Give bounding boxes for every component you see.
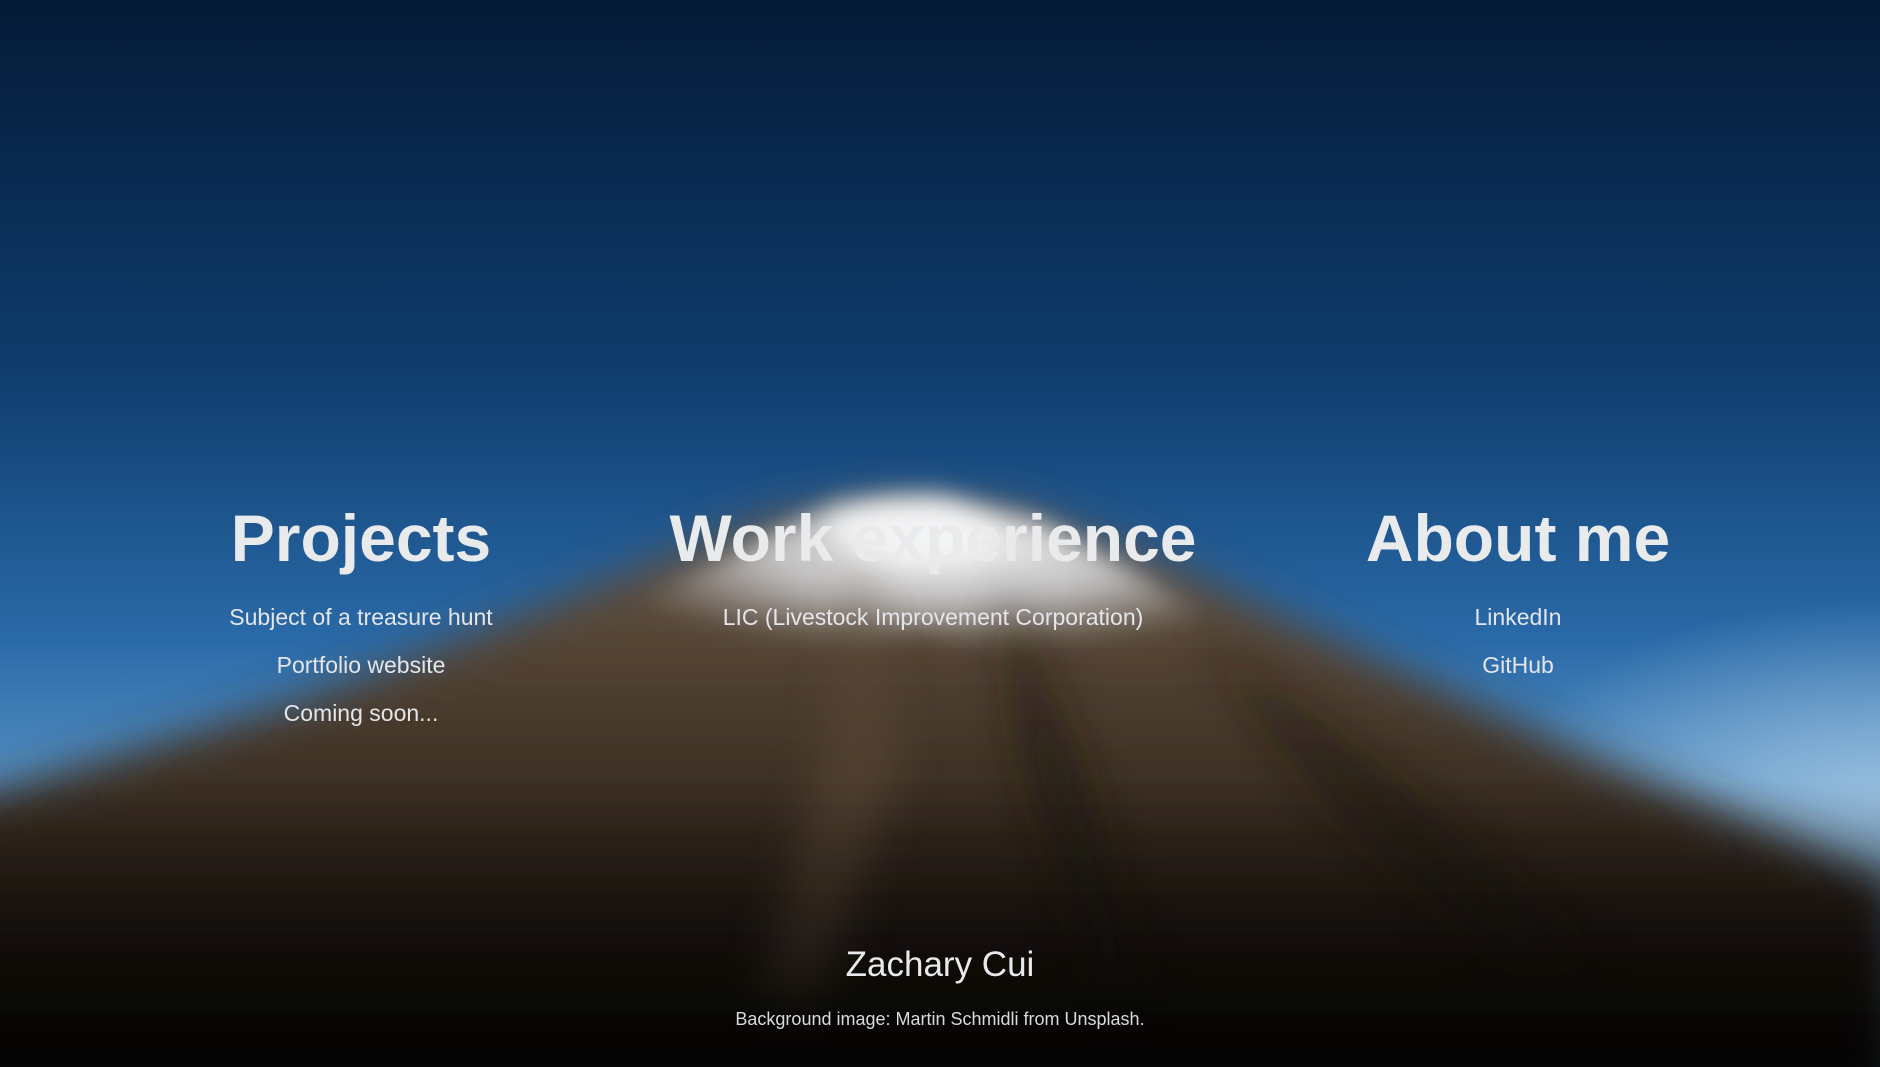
- list-item[interactable]: Portfolio website: [61, 641, 661, 689]
- work-list: LIC (Livestock Improvement Corporation): [633, 593, 1233, 641]
- list-item[interactable]: Subject of a treasure hunt: [61, 593, 661, 641]
- project-portfolio-link[interactable]: Portfolio website: [277, 652, 446, 678]
- project-treasure-hunt-link[interactable]: Subject of a treasure hunt: [229, 604, 492, 630]
- about-me-section: About me LinkedIn GitHub: [1218, 498, 1818, 689]
- github-link[interactable]: GitHub: [1482, 652, 1554, 678]
- about-list: LinkedIn GitHub: [1218, 593, 1818, 689]
- projects-section: Projects Subject of a treasure hunt Port…: [61, 498, 661, 737]
- linkedin-link[interactable]: LinkedIn: [1475, 604, 1562, 630]
- list-item[interactable]: LinkedIn: [1218, 593, 1818, 641]
- project-coming-soon: Coming soon...: [283, 700, 439, 726]
- author-name: Zachary Cui: [845, 945, 1035, 984]
- list-item[interactable]: LIC (Livestock Improvement Corporation): [633, 593, 1233, 641]
- work-lic-link[interactable]: LIC (Livestock Improvement Corporation): [723, 604, 1144, 630]
- background-credit: Background image: Martin Schmidli from U…: [735, 1009, 1145, 1029]
- list-item: Coming soon...: [61, 689, 661, 737]
- work-experience-heading: Work experience: [669, 501, 1197, 575]
- projects-heading: Projects: [230, 501, 492, 575]
- list-item[interactable]: GitHub: [1218, 641, 1818, 689]
- work-experience-section: Work experience LIC (Livestock Improveme…: [633, 498, 1233, 641]
- projects-list: Subject of a treasure hunt Portfolio web…: [61, 593, 661, 737]
- about-me-heading: About me: [1365, 501, 1671, 575]
